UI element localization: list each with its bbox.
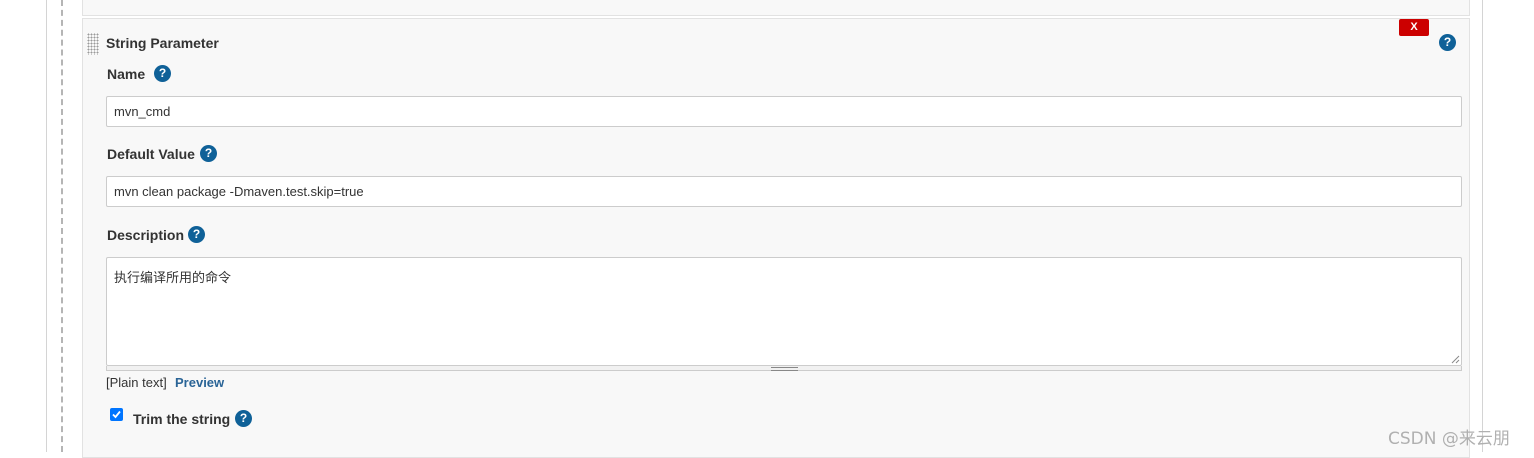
default-value-label: Default Value xyxy=(107,146,195,162)
watermark: CSDN @来云朋 xyxy=(1388,429,1510,449)
checkmark-icon xyxy=(112,410,121,419)
trim-checkbox[interactable] xyxy=(110,408,123,421)
nesting-dashed-line xyxy=(61,0,63,452)
drag-handle-icon[interactable] xyxy=(87,33,99,55)
help-icon-default-value[interactable]: ? xyxy=(200,145,217,162)
outer-border-right xyxy=(1482,0,1483,452)
help-icon-parameter[interactable]: ? xyxy=(1439,34,1456,51)
delete-parameter-button[interactable]: X xyxy=(1399,19,1429,36)
preview-link[interactable]: Preview xyxy=(175,375,224,390)
format-plain-text: [Plain text] xyxy=(106,375,167,390)
name-label: Name xyxy=(107,66,146,82)
description-label: Description xyxy=(107,227,185,243)
help-icon-trim[interactable]: ? xyxy=(235,410,252,427)
help-icon-name[interactable]: ? xyxy=(154,65,171,82)
resize-corner-icon[interactable] xyxy=(1450,354,1460,364)
help-icon-description[interactable]: ? xyxy=(188,226,205,243)
name-input[interactable] xyxy=(106,96,1462,127)
section-title: String Parameter xyxy=(106,35,219,51)
outer-border-left xyxy=(46,0,47,452)
previous-parameter-block xyxy=(82,0,1470,16)
description-textarea[interactable]: 执行编译所用的命令 xyxy=(106,257,1462,366)
trim-label: Trim the string xyxy=(133,411,231,427)
string-parameter-section xyxy=(82,18,1470,458)
default-value-input[interactable] xyxy=(106,176,1462,207)
grip-handle-icon[interactable] xyxy=(771,367,798,371)
